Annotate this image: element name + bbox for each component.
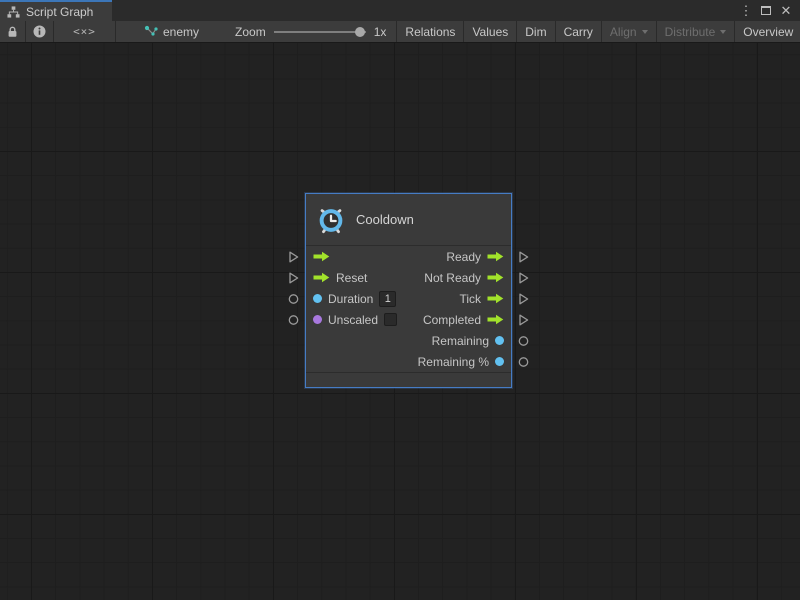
node-footer <box>306 372 511 387</box>
port-label: Reset <box>336 271 367 285</box>
flow-arrow-icon[interactable] <box>487 293 504 304</box>
window-controls: ⋮ ✕ <box>736 0 800 21</box>
carry-button[interactable]: Carry <box>555 21 601 42</box>
remaining-percent-port-connector[interactable] <box>518 356 529 367</box>
port-label: Unscaled <box>328 313 378 327</box>
node-ports: Ready Reset <box>306 246 511 372</box>
kebab-menu-icon: ⋮ <box>740 3 753 19</box>
toolbar-right-group: Relations Values Dim Carry Align Distrib… <box>396 21 800 42</box>
script-graph-asset-icon <box>144 25 158 38</box>
not-ready-port-connector[interactable] <box>518 272 529 284</box>
port-row: Duration Tick <box>306 288 511 309</box>
duration-port-connector[interactable] <box>288 293 299 304</box>
value-port-icon[interactable] <box>495 336 504 345</box>
distribute-dropdown: Distribute <box>656 21 735 42</box>
port-tick: Tick <box>409 292 512 306</box>
flow-arrow-icon[interactable] <box>313 272 330 283</box>
port-ready: Ready <box>409 250 512 264</box>
lock-icon <box>7 26 18 38</box>
port-reset: Reset <box>306 271 409 285</box>
enter-port-connector[interactable] <box>288 251 299 263</box>
close-icon: ✕ <box>781 3 792 19</box>
tab-strip: Script Graph ⋮ ✕ <box>0 0 800 21</box>
tick-port-connector[interactable] <box>518 293 529 305</box>
port-label: Duration <box>328 292 373 306</box>
zoom-slider[interactable] <box>274 31 366 33</box>
relations-button[interactable]: Relations <box>396 21 463 42</box>
maximize-icon <box>761 6 771 15</box>
graph-hierarchy-icon <box>7 6 20 18</box>
align-label: Align <box>610 25 637 39</box>
zoom-control: Zoom 1x <box>235 21 396 42</box>
reset-port-connector[interactable] <box>288 272 299 284</box>
flow-arrow-icon[interactable] <box>487 251 504 262</box>
unscaled-checkbox[interactable] <box>384 313 397 326</box>
port-label: Ready <box>446 250 481 264</box>
window-menu-button[interactable]: ⋮ <box>736 0 756 21</box>
port-row: Ready <box>306 246 511 267</box>
port-not-ready: Not Ready <box>409 271 512 285</box>
close-button[interactable]: ✕ <box>776 0 796 21</box>
node-title: Cooldown <box>356 212 414 227</box>
port-row: Remaining <box>306 330 511 351</box>
code-icon: <×> <box>73 25 96 38</box>
tab-label: Script Graph <box>26 5 93 19</box>
zoom-level: 1x <box>374 25 387 39</box>
port-remaining-percent: Remaining % <box>409 355 512 369</box>
flow-arrow-icon[interactable] <box>487 314 504 325</box>
lock-button[interactable] <box>0 21 26 42</box>
value-port-icon[interactable] <box>313 294 322 303</box>
breadcrumb[interactable]: enemy <box>134 21 209 42</box>
overview-button[interactable]: Overview <box>734 21 800 42</box>
cooldown-node[interactable]: Cooldown Ready <box>305 193 512 388</box>
port-label: Remaining <box>432 334 489 348</box>
port-remaining: Remaining <box>409 334 512 348</box>
value-port-icon[interactable] <box>495 357 504 366</box>
zoom-label: Zoom <box>235 25 266 39</box>
duration-input[interactable] <box>379 291 396 307</box>
info-button[interactable] <box>26 21 54 42</box>
port-label: Tick <box>459 292 481 306</box>
port-row: Reset Not Ready <box>306 267 511 288</box>
flow-arrow-icon[interactable] <box>487 272 504 283</box>
graph-canvas[interactable]: Cooldown Ready <box>0 43 800 600</box>
code-preview-button[interactable]: <×> <box>54 21 116 42</box>
completed-port-connector[interactable] <box>518 314 529 326</box>
port-row: Remaining % <box>306 351 511 372</box>
dim-button[interactable]: Dim <box>516 21 554 42</box>
port-enter <box>306 251 409 262</box>
port-unscaled: Unscaled <box>306 313 409 327</box>
port-label: Completed <box>423 313 481 327</box>
script-graph-window: Script Graph ⋮ ✕ <box>0 0 800 600</box>
value-port-icon[interactable] <box>313 315 322 324</box>
align-dropdown: Align <box>601 21 656 42</box>
flow-arrow-icon[interactable] <box>313 251 330 262</box>
port-label: Remaining % <box>418 355 489 369</box>
info-icon <box>33 25 46 38</box>
zoom-slider-handle[interactable] <box>355 27 365 37</box>
graph-toolbar: <×> enemy Zoom 1x Relations Values <box>0 21 800 43</box>
tab-script-graph[interactable]: Script Graph <box>0 0 112 21</box>
distribute-label: Distribute <box>665 25 716 39</box>
alarm-clock-icon <box>316 205 346 235</box>
unscaled-port-connector[interactable] <box>288 314 299 325</box>
port-label: Not Ready <box>424 271 481 285</box>
remaining-port-connector[interactable] <box>518 335 529 346</box>
ready-port-connector[interactable] <box>518 251 529 263</box>
chevron-down-icon <box>720 30 726 34</box>
chevron-down-icon <box>642 30 648 34</box>
breadcrumb-label: enemy <box>163 25 199 39</box>
values-button[interactable]: Values <box>463 21 516 42</box>
node-header[interactable]: Cooldown <box>306 194 511 246</box>
port-row: Unscaled Completed <box>306 309 511 330</box>
port-completed: Completed <box>409 313 512 327</box>
maximize-button[interactable] <box>756 0 776 21</box>
port-duration: Duration <box>306 291 409 307</box>
